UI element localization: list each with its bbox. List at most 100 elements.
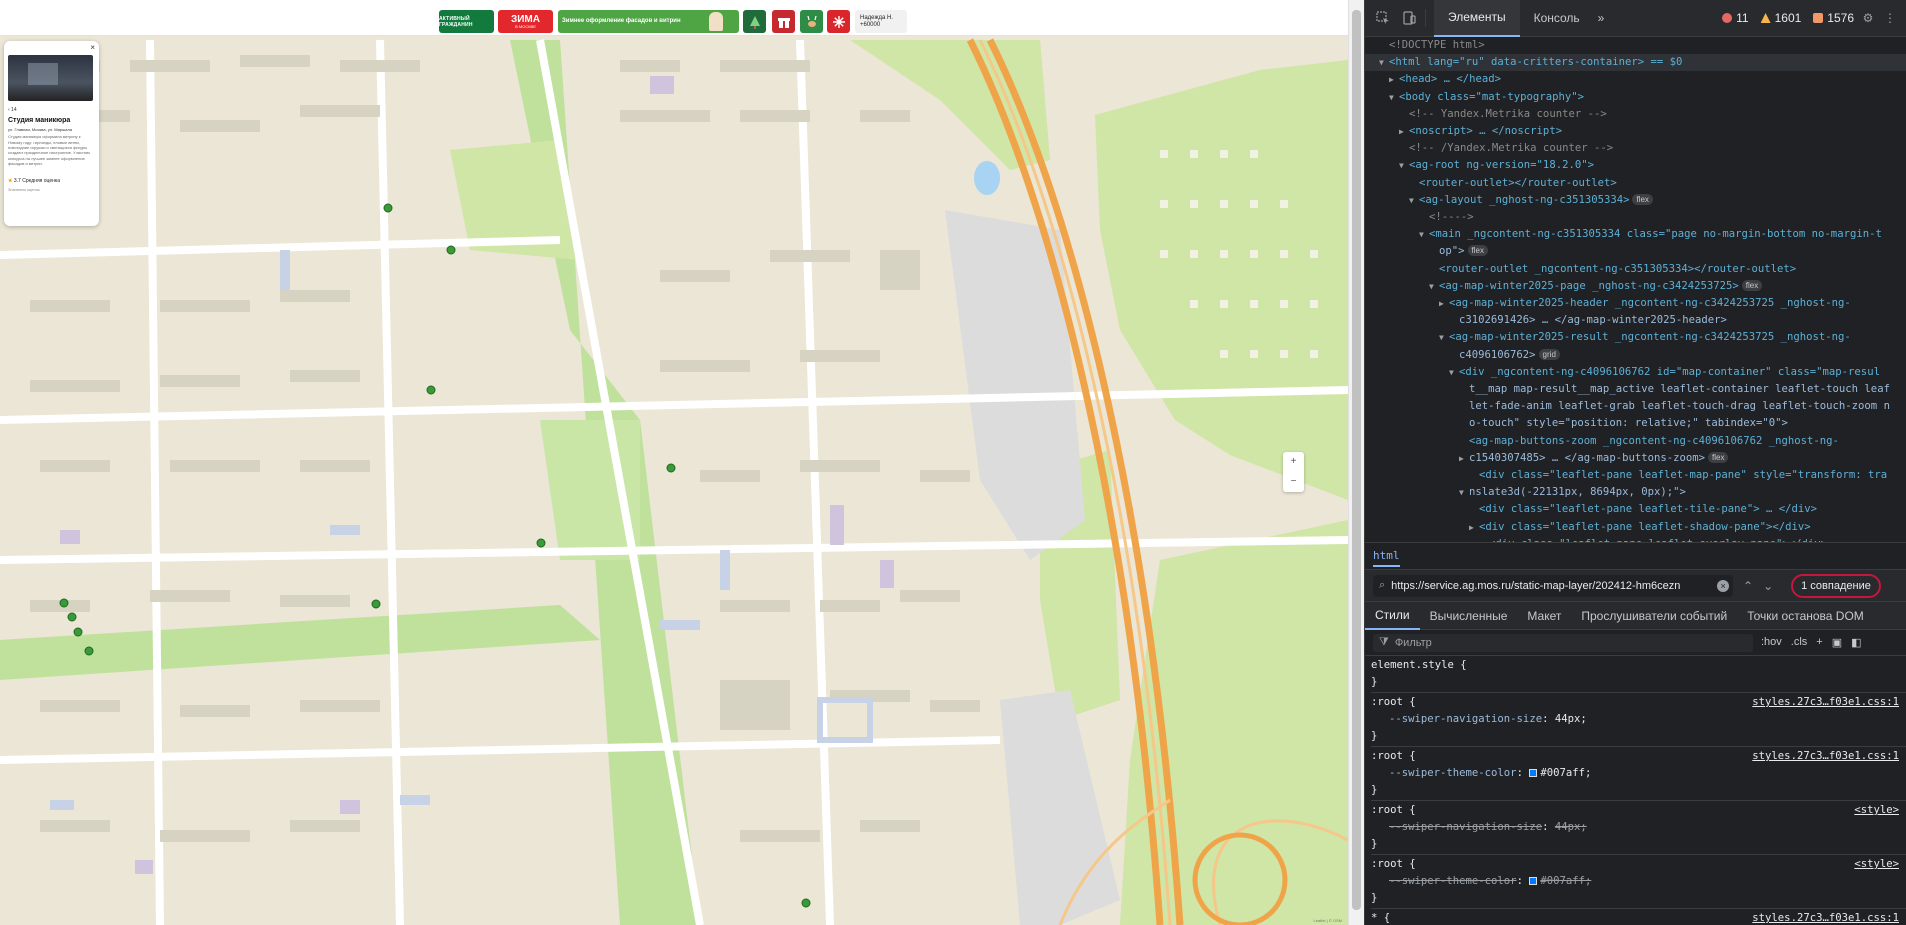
dom-node-line[interactable]: <!DOCTYPE html> <box>1365 37 1906 54</box>
property-value[interactable]: 44px; <box>1555 713 1587 725</box>
zoom-in-button[interactable]: + <box>1291 457 1297 467</box>
property-name[interactable]: --swiper-theme-color <box>1389 767 1517 779</box>
dom-node-line[interactable]: ▼ nslate3d(-22131px, 8694px, 0px);"> <box>1365 484 1906 501</box>
expand-arrow-icon[interactable]: ▼ <box>1409 192 1419 209</box>
dom-node-line[interactable]: ▶ c1540307485> … </ag-map-buttons-zoom> fl… <box>1365 450 1906 467</box>
css-rule[interactable]: :root {<style> --swiper-theme-color: #007… <box>1371 855 1906 909</box>
dom-node-line[interactable]: <div class="leaflet-pane leaflet-map-pan… <box>1365 467 1906 484</box>
dom-node-line[interactable]: ▼ <div _ngcontent-ng-c4096106762 id="map-… <box>1365 364 1906 381</box>
map-tiles[interactable] <box>0 0 1348 925</box>
rule-source-link[interactable]: styles.27c3…f03e1.css:1 <box>1752 694 1899 711</box>
hov-toggle[interactable]: :hov <box>1761 636 1782 649</box>
place-photo[interactable] <box>8 55 93 101</box>
property-value[interactable]: 44px; <box>1555 821 1587 833</box>
breadcrumb-html[interactable]: html <box>1373 549 1400 567</box>
dom-node-line[interactable]: ▼ <html lang="ru" data-critters-container… <box>1365 54 1906 72</box>
settings-gear-icon[interactable]: ⚙ <box>1860 10 1876 26</box>
dom-node-line[interactable]: <!----> <box>1365 209 1906 226</box>
dom-search-input[interactable]: ⌕ https://service.ag.mos.ru/static-map-l… <box>1373 574 1733 597</box>
expand-arrow-icon[interactable]: ▶ <box>1469 519 1479 536</box>
expand-arrow-icon[interactable]: ▼ <box>1439 329 1449 346</box>
dom-node-line[interactable]: <router-outlet _ngcontent-ng-c351305334>… <box>1365 261 1906 278</box>
rule-selector[interactable]: element.style { <box>1371 657 1906 674</box>
issue-counters[interactable]: 11 1601 1576 <box>1722 11 1854 25</box>
dom-node-line[interactable]: ▶ <head> … </head> <box>1365 71 1906 88</box>
dom-node-line[interactable]: ▼ <ag-map-winter2025-result _ngcontent-ng… <box>1365 329 1906 346</box>
warning-count[interactable]: 1601 <box>1760 11 1801 25</box>
dom-node-line[interactable]: <!-- Yandex.Metrika counter --> <box>1365 106 1906 123</box>
dom-node-line[interactable]: <router-outlet></router-outlet> <box>1365 175 1906 192</box>
breadcrumb[interactable]: html <box>1365 542 1906 568</box>
css-property[interactable]: --swiper-navigation-size: 44px; <box>1371 819 1906 836</box>
error-count[interactable]: 11 <box>1722 11 1749 25</box>
tab-styles[interactable]: Стили <box>1365 602 1420 630</box>
expand-arrow-icon[interactable]: ▶ <box>1389 71 1399 88</box>
dom-node-line[interactable]: ▼ <body class="mat-typography"> <box>1365 89 1906 106</box>
sidebar-toggle-icon[interactable]: ◧ <box>1851 636 1861 649</box>
dom-node-line[interactable]: ▶ <div class="leaflet-pane leaflet-shadow… <box>1365 519 1906 536</box>
css-rule[interactable]: :root {<style> --swiper-navigation-size: … <box>1371 801 1906 855</box>
map-attribution[interactable]: Leaflet | © OSM <box>1314 918 1342 923</box>
css-rule[interactable]: :root {styles.27c3…f03e1.css:1 --swiper-n… <box>1371 693 1906 747</box>
property-name[interactable]: --swiper-navigation-size <box>1389 821 1542 833</box>
rule-source-link[interactable]: <style> <box>1854 856 1899 873</box>
property-value[interactable]: #007aff; <box>1540 875 1591 887</box>
page-scrollbar[interactable] <box>1348 0 1364 925</box>
rule-source-link[interactable]: <style> <box>1854 802 1899 819</box>
expand-arrow-icon[interactable]: ▼ <box>1379 54 1389 71</box>
layout-badge[interactable]: flex <box>1632 193 1653 205</box>
dom-node-line[interactable]: ▼ <ag-layout _nghost-ng-c351305334> flex <box>1365 192 1906 209</box>
expand-arrow-icon[interactable]: ▼ <box>1429 278 1439 295</box>
dom-node-line[interactable]: <!-- /Yandex.Metrika counter --> <box>1365 140 1906 157</box>
tab-layout[interactable]: Макет <box>1517 602 1571 630</box>
dom-node-line[interactable]: ▶ <ag-map-winter2025-header _ngcontent-ng… <box>1365 295 1906 312</box>
layout-badge[interactable]: flex <box>1741 279 1763 291</box>
zoom-out-button[interactable]: − <box>1291 477 1297 487</box>
snowflake-icon[interactable] <box>827 10 850 33</box>
expand-arrow-icon[interactable]: ▼ <box>1449 364 1459 381</box>
rule-source-link[interactable]: styles.27c3…f03e1.css:1 <box>1752 910 1899 925</box>
kebab-menu-icon[interactable]: ⋮ <box>1882 10 1898 26</box>
css-property[interactable]: --swiper-navigation-size: 44px; <box>1371 711 1906 728</box>
css-property[interactable]: --swiper-theme-color: #007aff; <box>1371 765 1906 782</box>
dom-node-line[interactable]: ▼ <ag-root ng-version="18.2.0"> <box>1365 157 1906 174</box>
dom-node-line[interactable]: o-touch" style="position: relative;" tab… <box>1365 415 1906 432</box>
dom-node-line[interactable]: t__map map-result__map_active leaflet-co… <box>1365 381 1906 398</box>
css-rules-list[interactable]: element.style {}:root {styles.27c3…f03e1… <box>1365 656 1906 925</box>
property-name[interactable]: --swiper-theme-color <box>1389 875 1517 887</box>
more-tabs-button[interactable]: » <box>1594 0 1609 37</box>
dom-node-line[interactable]: let-fade-anim leaflet-grab leaflet-touch… <box>1365 398 1906 415</box>
color-swatch[interactable] <box>1529 877 1538 885</box>
rule-source-link[interactable]: styles.27c3…f03e1.css:1 <box>1752 748 1899 765</box>
rule-selector[interactable]: :root { <box>1371 856 1906 873</box>
zima-banner[interactable]: ЗИМА В МОСКВЕ <box>498 10 553 33</box>
tab-dom-breakpoints[interactable]: Точки останова DOM <box>1737 602 1874 630</box>
css-rule[interactable]: :root {styles.27c3…f03e1.css:1 --swiper-t… <box>1371 747 1906 801</box>
ag-logo[interactable]: АКТИВНЫЙ ГРАЖДАНИН <box>439 10 494 33</box>
deer-icon[interactable] <box>800 10 823 33</box>
layout-badge[interactable]: flex <box>1467 245 1488 257</box>
expand-arrow-icon[interactable]: ▶ <box>1439 295 1449 312</box>
close-icon[interactable]: × <box>90 43 95 52</box>
layout-badge[interactable]: grid <box>1538 348 1560 360</box>
tab-computed[interactable]: Вычисленные <box>1420 602 1518 630</box>
inspect-icon[interactable] <box>1375 10 1391 26</box>
property-value[interactable]: #007aff; <box>1540 767 1591 779</box>
css-rule[interactable]: * {styles.27c3…f03e1.css:1font-family: G… <box>1371 909 1906 925</box>
card-back-link[interactable]: ‹ 14 <box>8 107 95 113</box>
user-profile[interactable]: Надежда Н. +60000 <box>855 10 907 33</box>
map-container[interactable]: АКТИВНЫЙ ГРАЖДАНИН ЗИМА В МОСКВЕ Зимнее о… <box>0 0 1348 925</box>
winter-design-banner[interactable]: Зимнее оформление фасадов и витрин <box>558 10 739 33</box>
gift-icon[interactable] <box>772 10 795 33</box>
property-name[interactable]: --swiper-navigation-size <box>1389 713 1542 725</box>
layout-badge[interactable]: flex <box>1708 451 1729 463</box>
dom-tree[interactable]: <!DOCTYPE html> ▼ <html lang="ru" data-cri… <box>1365 37 1906 542</box>
expand-arrow-icon[interactable]: ▶ <box>1399 123 1409 140</box>
prev-match-icon[interactable]: ⌃ <box>1743 579 1753 593</box>
css-rule[interactable]: element.style {} <box>1371 656 1906 693</box>
dom-node-line[interactable]: <ag-map-buttons-zoom _ngcontent-ng-c4096… <box>1365 433 1906 450</box>
expand-arrow-icon[interactable]: ▼ <box>1389 89 1399 106</box>
expand-arrow-icon[interactable]: ▼ <box>1419 226 1429 243</box>
dom-node-line[interactable]: c4096106762> grid <box>1365 347 1906 364</box>
expand-arrow-icon[interactable]: ▶ <box>1459 450 1469 467</box>
